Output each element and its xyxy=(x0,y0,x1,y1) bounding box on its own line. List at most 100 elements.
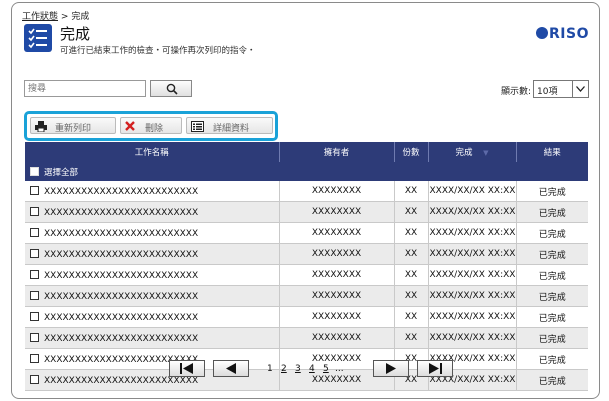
search-button[interactable] xyxy=(150,80,192,97)
cell-result: 已完成 xyxy=(516,222,588,244)
cell-owner: XXXXXXXX xyxy=(279,306,395,328)
column-header-completed[interactable]: 完成 ▼ xyxy=(428,142,517,162)
cell-copies: XX xyxy=(394,243,429,265)
cell-completed: XXXX/XX/XX XX:XX xyxy=(428,306,517,328)
cell-owner: XXXXXXXX xyxy=(279,243,395,265)
delete-x-icon xyxy=(125,121,135,131)
column-header-copies[interactable]: 份數 xyxy=(394,142,429,162)
page-link-3[interactable]: 3 xyxy=(295,364,301,374)
prev-page-button[interactable] xyxy=(213,360,249,377)
logo-text: RISO xyxy=(549,26,589,42)
job-name: XXXXXXXXXXXXXXXXXXXXXXXXX xyxy=(44,186,199,197)
column-header-job-name[interactable]: 工作名稱 xyxy=(25,142,280,162)
chevron-down-icon xyxy=(572,81,588,97)
breadcrumb-separator: > xyxy=(60,12,69,22)
details-icon xyxy=(191,121,204,132)
table-row[interactable]: XXXXXXXXXXXXXXXXXXXXXXXXX XXXXXXXX XX XXXX/… xyxy=(25,264,588,286)
job-name: XXXXXXXXXXXXXXXXXXXXXXXXX xyxy=(44,291,199,302)
table-row[interactable]: XXXXXXXXXXXXXXXXXXXXXXXXX XXXXXXXX XX XXXX/… xyxy=(25,306,588,328)
cell-completed: XXXX/XX/XX XX:XX xyxy=(428,201,517,223)
cell-copies: XX xyxy=(394,264,429,286)
row-checkbox[interactable] xyxy=(30,332,39,342)
delete-button[interactable]: 刪除 xyxy=(120,117,182,134)
page-link-2[interactable]: 2 xyxy=(281,364,287,374)
cell-result: 已完成 xyxy=(516,285,588,307)
details-button[interactable]: 詳細資料 xyxy=(186,117,273,134)
cell-result: 已完成 xyxy=(516,327,588,349)
delete-label: 刪除 xyxy=(145,124,164,134)
cell-copies: XX xyxy=(394,306,429,328)
select-all-label: 選擇全部 xyxy=(44,167,79,178)
job-name: XXXXXXXXXXXXXXXXXXXXXXXXX xyxy=(44,270,199,281)
cell-result: 已完成 xyxy=(516,243,588,265)
cell-result: 已完成 xyxy=(516,181,588,202)
table-row[interactable]: XXXXXXXXXXXXXXXXXXXXXXXXX XXXXXXXX XX XXXX/… xyxy=(25,369,588,391)
cell-result: 已完成 xyxy=(516,306,588,328)
cell-completed: XXXX/XX/XX XX:XX xyxy=(428,181,517,202)
cell-result: 已完成 xyxy=(516,264,588,286)
search-icon xyxy=(166,83,178,95)
list-icon xyxy=(24,24,52,52)
cell-owner: XXXXXXXX xyxy=(279,285,395,307)
page-link-5[interactable]: 5 xyxy=(323,364,329,374)
first-page-icon xyxy=(180,363,193,374)
column-header-result[interactable]: 結果 xyxy=(516,142,588,162)
cell-completed: XXXX/XX/XX XX:XX xyxy=(428,285,517,307)
table-row[interactable]: XXXXXXXXXXXXXXXXXXXXXXXXX XXXXXXXX XX XXXX/… xyxy=(25,243,588,265)
cell-job-name: XXXXXXXXXXXXXXXXXXXXXXXXX xyxy=(25,222,280,244)
job-action-toolbar: 重新列印 刪除 詳細資料 xyxy=(24,111,278,141)
page-size-value: 10項 xyxy=(537,87,558,97)
row-checkbox[interactable] xyxy=(30,248,39,258)
column-header-completed-label: 完成 xyxy=(455,148,473,158)
job-name: XXXXXXXXXXXXXXXXXXXXXXXXX xyxy=(44,333,199,344)
cell-completed: XXXX/XX/XX XX:XX xyxy=(428,222,517,244)
current-page-number: 1 xyxy=(267,364,273,374)
cell-copies: XX xyxy=(394,327,429,349)
prev-page-icon xyxy=(226,363,236,374)
cell-job-name: XXXXXXXXXXXXXXXXXXXXXXXXX xyxy=(25,243,280,265)
table-row[interactable]: XXXXXXXXXXXXXXXXXXXXXXXXX XXXXXXXX XX XXXX/… xyxy=(25,348,588,370)
row-checkbox[interactable] xyxy=(30,269,39,279)
page-size-label: 顯示數: xyxy=(500,87,531,97)
row-checkbox[interactable] xyxy=(30,374,39,384)
cell-result: 已完成 xyxy=(516,369,588,391)
table-row[interactable]: XXXXXXXXXXXXXXXXXXXXXXXXX XXXXXXXX XX XXXX/… xyxy=(25,201,588,223)
job-name: XXXXXXXXXXXXXXXXXXXXXXXXX xyxy=(44,312,199,323)
cell-job-name: XXXXXXXXXXXXXXXXXXXXXXXXX xyxy=(25,264,280,286)
row-checkbox[interactable] xyxy=(30,227,39,237)
row-checkbox[interactable] xyxy=(30,290,39,300)
row-checkbox[interactable] xyxy=(30,353,39,363)
table-row[interactable]: XXXXXXXXXXXXXXXXXXXXXXXXX XXXXXXXX XX XXXX/… xyxy=(25,285,588,307)
job-name: XXXXXXXXXXXXXXXXXXXXXXXXX xyxy=(44,207,199,218)
cell-completed: XXXX/XX/XX XX:XX xyxy=(428,243,517,265)
row-checkbox[interactable] xyxy=(30,311,39,321)
page-link-4[interactable]: 4 xyxy=(309,364,315,374)
last-page-button[interactable] xyxy=(417,360,453,377)
job-name: XXXXXXXXXXXXXXXXXXXXXXXXX xyxy=(44,249,199,260)
page-subtitle: 可進行已結束工作的檢查・可操作再次列印的指令・ xyxy=(60,46,256,56)
first-page-button[interactable] xyxy=(169,360,205,377)
job-name: XXXXXXXXXXXXXXXXXXXXXXXXX xyxy=(44,228,199,239)
reprint-button[interactable]: 重新列印 xyxy=(30,117,116,134)
select-all-row: 選擇全部 xyxy=(25,162,588,181)
riso-logo: RISO xyxy=(536,26,589,42)
search-input[interactable] xyxy=(24,80,146,97)
row-checkbox[interactable] xyxy=(30,185,39,195)
breadcrumb-current: 完成 xyxy=(71,12,90,22)
table-row[interactable]: XXXXXXXXXXXXXXXXXXXXXXXXX XXXXXXXX XX XXXX/… xyxy=(25,181,588,202)
table-row[interactable]: XXXXXXXXXXXXXXXXXXXXXXXXX XXXXXXXX XX XXXX/… xyxy=(25,327,588,349)
row-checkbox[interactable] xyxy=(30,206,39,216)
select-all-checkbox[interactable] xyxy=(30,166,39,176)
cell-job-name: XXXXXXXXXXXXXXXXXXXXXXXXX xyxy=(25,181,280,202)
column-header-owner[interactable]: 擁有者 xyxy=(279,142,395,162)
table-row[interactable]: XXXXXXXXXXXXXXXXXXXXXXXXX XXXXXXXX XX XXXX/… xyxy=(25,222,588,244)
completed-jobs-panel: 工作狀態 > 完成 完成 可進行已結束工作的檢查・可操作再次列印的指令・ RIS… xyxy=(11,2,600,399)
page-size-select[interactable]: 10項 xyxy=(533,80,589,98)
cell-completed: XXXX/XX/XX XX:XX xyxy=(428,327,517,349)
cell-owner: XXXXXXXX xyxy=(279,181,395,202)
next-page-button[interactable] xyxy=(373,360,409,377)
cell-owner: XXXXXXXX xyxy=(279,327,395,349)
breadcrumb-link-job-status[interactable]: 工作狀態 xyxy=(22,12,58,22)
cell-job-name: XXXXXXXXXXXXXXXXXXXXXXXXX xyxy=(25,306,280,328)
cell-copies: XX xyxy=(394,285,429,307)
